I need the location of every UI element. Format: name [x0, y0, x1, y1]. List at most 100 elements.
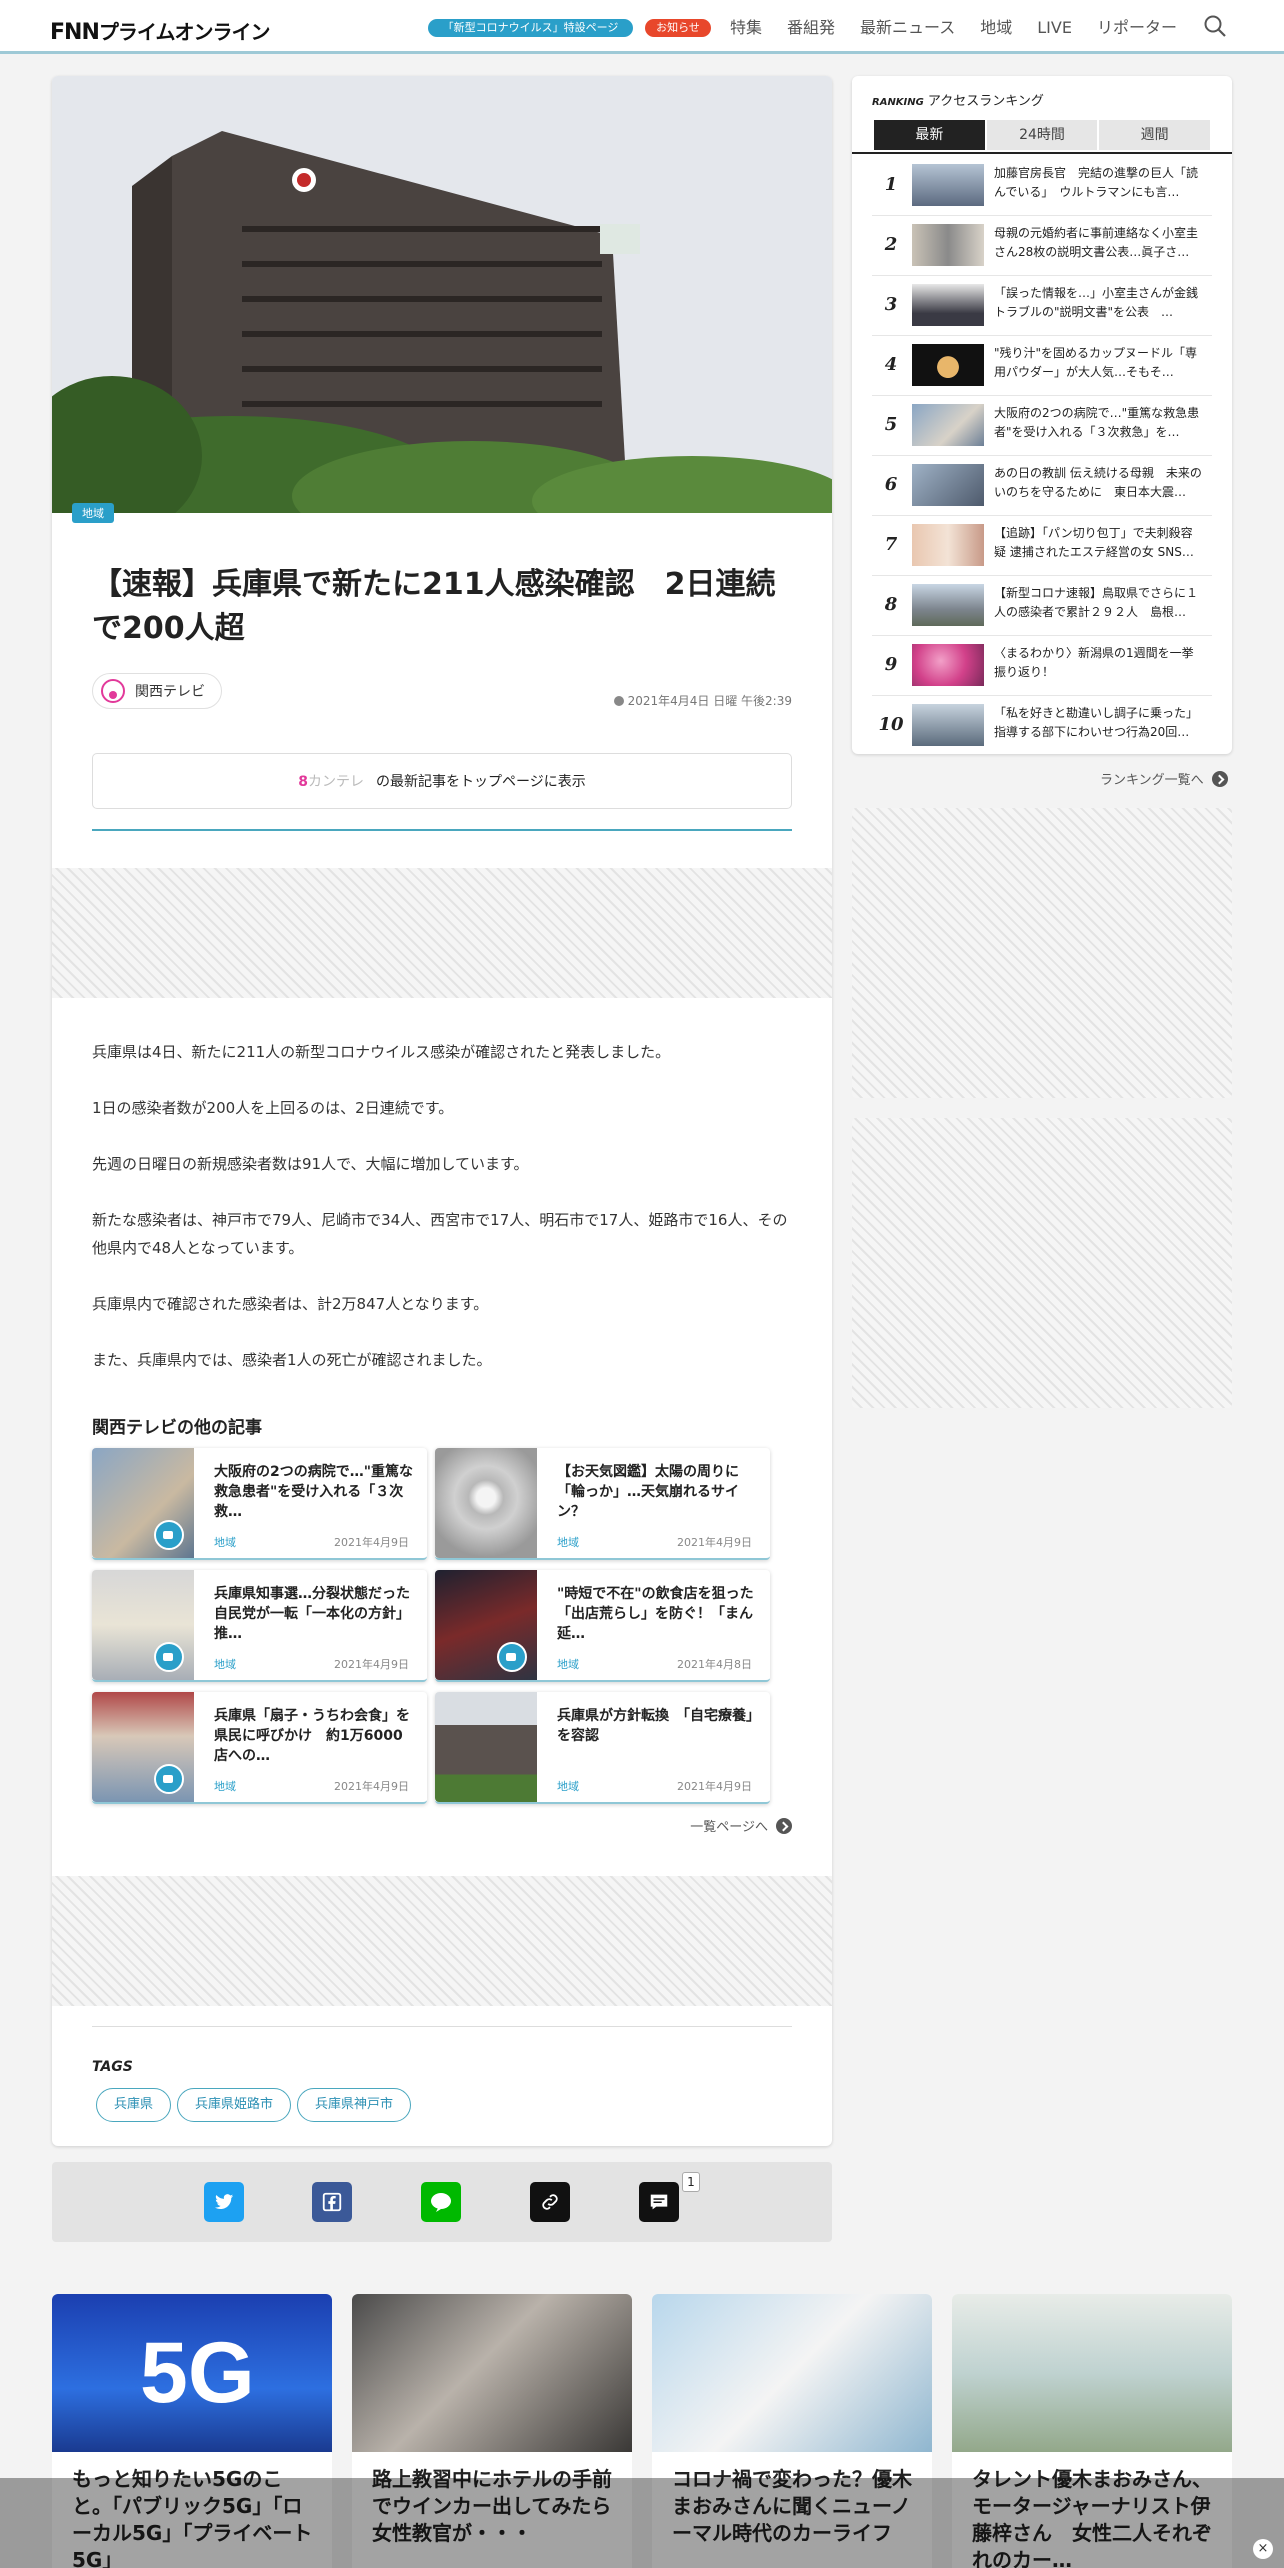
nav-item-live[interactable]: LIVE: [1037, 17, 1072, 39]
ranking-panel: RANKING アクセスランキング 最新 24時間 週間 1 加藤官房長官 完結の…: [852, 76, 1232, 754]
ranking-title-text: 【追跡】「パン切り包丁」で夫刺殺容疑 逮捕されたエステ経営の女 SNS…: [994, 526, 1194, 559]
related-title: 【お天気図鑑】太陽の周りに「輪っか」…天気崩れるサイン？: [557, 1464, 739, 1520]
main-nav: 特集 番組発 最新ニュース 地域 LIVE リポーター: [730, 17, 1202, 39]
related-date: 2021年4月9日: [334, 1658, 409, 1671]
related-card[interactable]: 大阪府の2つの病院で…"重篤な救急患者"を受け入れる「３次救… 地域 2021年…: [92, 1448, 427, 1560]
copy-link-button[interactable]: [530, 2182, 570, 2222]
site-logo[interactable]: FNNプライムオンライン: [50, 16, 270, 45]
rank-number: 3: [884, 294, 898, 315]
divider: [92, 2026, 792, 2027]
related-card[interactable]: 兵庫県が方針転換 「自宅療養」を容認 地域 2021年4月9日: [435, 1692, 770, 1804]
comment-button[interactable]: [639, 2182, 679, 2222]
ranking-tabs: 最新 24時間 週間: [874, 120, 1211, 150]
ranking-thumbnail: [912, 344, 984, 386]
rank-number: 1: [884, 174, 898, 195]
ranking-title-text: 〈まるわかり〉新潟県の1週間を一挙振り返り！: [994, 646, 1194, 679]
comment-icon: [650, 2194, 668, 2210]
sidebar-ad-slot: [852, 1118, 1232, 1408]
search-icon[interactable]: [1203, 14, 1227, 38]
nav-item-feature[interactable]: 特集: [730, 17, 762, 39]
related-category[interactable]: 地域: [557, 1656, 579, 1672]
related-title: 兵庫県が方針転換 「自宅療養」を容認: [557, 1708, 753, 1744]
related-category[interactable]: 地域: [557, 1778, 579, 1794]
ranking-badge: RANKING: [872, 97, 924, 108]
related-category[interactable]: 地域: [557, 1534, 579, 1550]
related-title: 大阪府の2つの病院で…"重篤な救急患者"を受け入れる「３次救…: [214, 1464, 414, 1520]
tag-himeji[interactable]: 兵庫県姫路市: [177, 2088, 292, 2122]
close-icon[interactable]: ×: [1253, 2539, 1273, 2559]
twitter-icon: [214, 2194, 234, 2210]
twitter-share-button[interactable]: [204, 2182, 244, 2222]
covid-special-link[interactable]: 「新型コロナウイルス」特設ページ: [428, 19, 633, 37]
ranking-more-link[interactable]: ランキング一覧へ: [1100, 769, 1228, 788]
source-badge[interactable]: 関西テレビ: [92, 673, 222, 709]
article-card: 地域 【速報】兵庫県で新たに211人感染確認 2日連続で200人超 関西テレビ …: [52, 76, 832, 2146]
ranking-item[interactable]: 7 【追跡】「パン切り包丁」で夫刺殺容疑 逮捕されたエステ経営の女 SNS…: [872, 516, 1212, 576]
related-category[interactable]: 地域: [214, 1656, 236, 1672]
tab-weekly[interactable]: 週間: [1099, 120, 1211, 150]
ad-slot-top: [52, 868, 832, 998]
ranking-thumbnail: [912, 584, 984, 626]
related-title: 兵庫県「扇子・うちわ会食」を県民に呼びかけ 約1万6000店への…: [214, 1708, 410, 1764]
promo-image: [952, 2294, 1232, 2452]
ranking-item[interactable]: 9 〈まるわかり〉新潟県の1週間を一挙振り返り！: [872, 636, 1212, 696]
body-paragraph: 1日の感染者数が200人を上回るのは、2日連続です。: [92, 1099, 454, 1117]
ranking-item[interactable]: 2 母親の元婚約者に事前連絡なく小室圭さん28枚の説明文書公表…眞子さ…: [872, 216, 1212, 276]
related-title: 兵庫県知事選…分裂状態だった自民党が一転「一本化の方針」 推…: [214, 1586, 417, 1642]
ranking-item[interactable]: 1 加藤官房長官 完結の進撃の巨人「読んでいる」 ウルトラマンにも言…: [872, 156, 1212, 216]
related-card[interactable]: 兵庫県知事選…分裂状態だった自民党が一転「一本化の方針」 推… 地域 2021年…: [92, 1570, 427, 1682]
line-share-button[interactable]: [421, 2182, 461, 2222]
divider: [852, 152, 1232, 154]
related-heading: 関西テレビの他の記事: [92, 1418, 262, 1438]
kantele-logo-sub: カンテレ: [308, 774, 364, 790]
show-latest-on-top-button[interactable]: 8カンテレ の最新記事をトップページに表示: [92, 753, 792, 809]
related-thumbnail: [435, 1692, 537, 1802]
category-badge[interactable]: 地域: [72, 503, 114, 523]
video-icon: [497, 1642, 527, 1672]
tags-heading: TAGS: [92, 2059, 133, 2075]
related-card[interactable]: "時短で不在"の飲食店を狙った「出店荒らし」を防ぐ！「まん延… 地域 2021年…: [435, 1570, 770, 1682]
rank-number: 8: [884, 594, 898, 615]
related-date: 2021年4月8日: [677, 1658, 752, 1671]
info-link[interactable]: お知らせ: [645, 19, 711, 37]
related-title: "時短で不在"の飲食店を狙った「出店荒らし」を防ぐ！「まん延…: [557, 1586, 754, 1642]
facebook-share-button[interactable]: [312, 2182, 352, 2222]
promo-image: [652, 2294, 932, 2452]
rank-number: 5: [884, 414, 898, 435]
ranking-item[interactable]: 6 あの日の教訓 伝え続ける母親 未来のいのちを守るために 東日本大震…: [872, 456, 1212, 516]
ranking-item[interactable]: 10 「私を好きと勘違いし調子に乗った」指導する部下にわいせつ行為20回…: [872, 696, 1212, 756]
tab-24h[interactable]: 24時間: [986, 120, 1098, 150]
ranking-thumbnail: [912, 164, 984, 206]
ranking-item[interactable]: 8 【新型コロナ速報】鳥取県でさらに１人の感染者で累計２９２人 島根…: [872, 576, 1212, 636]
nav-item-reporter[interactable]: リポーター: [1097, 17, 1177, 39]
comment-count: 1: [682, 2172, 700, 2192]
rank-number: 7: [884, 534, 898, 555]
ranking-thumbnail: [912, 704, 984, 746]
ranking-more-label: ランキング一覧へ: [1100, 773, 1204, 788]
divider: [92, 829, 792, 831]
kantele-logo-mark: 8: [298, 774, 308, 790]
related-card[interactable]: 兵庫県「扇子・うちわ会食」を県民に呼びかけ 約1万6000店への… 地域 202…: [92, 1692, 427, 1804]
related-category[interactable]: 地域: [214, 1534, 236, 1550]
related-category[interactable]: 地域: [214, 1778, 236, 1794]
tab-latest[interactable]: 最新: [874, 120, 985, 150]
related-date: 2021年4月9日: [677, 1536, 752, 1549]
clock-icon: [613, 696, 624, 706]
publish-date: 2021年4月4日 日曜 午後2:39: [613, 692, 792, 709]
body-paragraph: 兵庫県は4日、新たに211人の新型コロナウイルス感染が確認されたと発表しました。: [92, 1043, 671, 1061]
video-icon: [154, 1642, 184, 1672]
tag-hyogo[interactable]: 兵庫県: [96, 2088, 172, 2122]
logo-prefix: FNN: [50, 20, 100, 45]
ranking-item[interactable]: 5 大阪府の2つの病院で…"重篤な救急患者"を受け入れる「３次救急」を…: [872, 396, 1212, 456]
related-more-link[interactable]: 一覧ページへ: [690, 1816, 792, 1835]
nav-item-region[interactable]: 地域: [980, 17, 1012, 39]
nav-item-latest-news[interactable]: 最新ニュース: [860, 17, 955, 39]
ranking-item[interactable]: 4 "残り汁"を固めるカップヌードル「専用パウダー」が大人気…そもそ…: [872, 336, 1212, 396]
nav-item-programs[interactable]: 番組発: [787, 17, 835, 39]
ranking-item[interactable]: 3 「誤った情報を…」小室圭さんが金銭トラブルの"説明文書"を公表 …: [872, 276, 1212, 336]
related-date: 2021年4月9日: [334, 1536, 409, 1549]
rank-number: 9: [884, 654, 898, 675]
related-card[interactable]: 【お天気図鑑】太陽の周りに「輪っか」…天気崩れるサイン？ 地域 2021年4月9…: [435, 1448, 770, 1560]
tag-kobe[interactable]: 兵庫県神戸市: [297, 2088, 412, 2122]
ranking-title-text: 【新型コロナ速報】鳥取県でさらに１人の感染者で累計２９２人 島根…: [994, 586, 1199, 619]
